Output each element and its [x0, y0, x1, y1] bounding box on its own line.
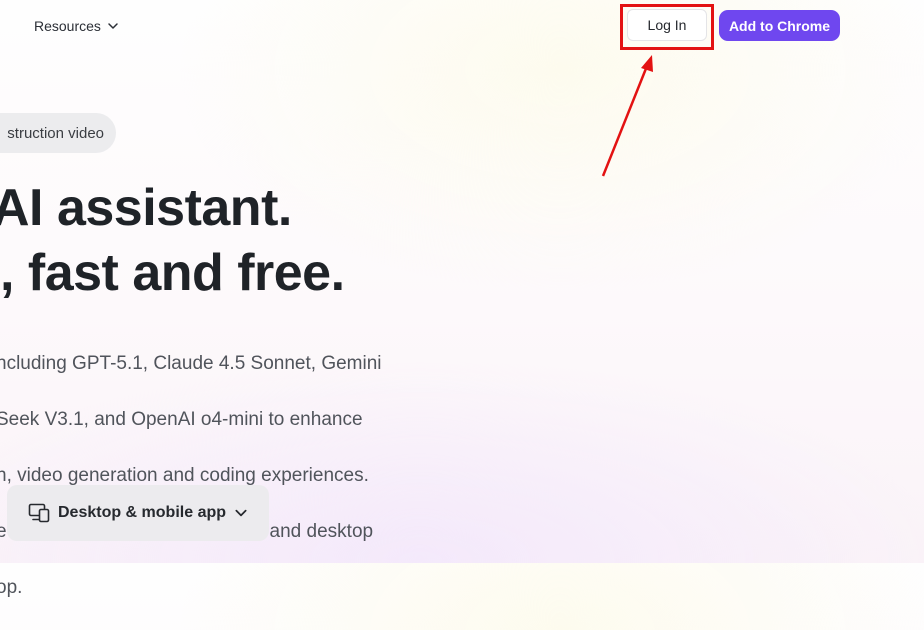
chevron-down-icon: [235, 509, 247, 517]
devices-icon: [28, 503, 50, 523]
headline-line-1: AI assistant.: [0, 179, 292, 237]
nav-resources[interactable]: Resources: [34, 15, 119, 37]
description-line: Seek V3.1, and OpenAI o4-mini to enhance: [0, 409, 363, 430]
desktop-mobile-app-button[interactable]: Desktop & mobile app: [7, 485, 269, 541]
instruction-video-pill[interactable]: struction video: [0, 113, 116, 153]
pill-label: struction video: [7, 124, 104, 142]
app-button-label: Desktop & mobile app: [57, 504, 227, 521]
headline-line-2: , fast and free.: [0, 244, 345, 302]
nav-resources-label: Resources: [34, 18, 101, 34]
login-highlight-box: [620, 4, 714, 50]
description-line: op.: [0, 577, 23, 598]
chevron-down-icon: [108, 23, 118, 29]
description-line: ncluding GPT-5.1, Claude 4.5 Sonnet, Gem…: [0, 353, 382, 374]
hero-description: ncluding GPT-5.1, Claude 4.5 Sonnet, Gem…: [0, 322, 406, 630]
add-to-chrome-button[interactable]: Add to Chrome: [719, 10, 840, 41]
